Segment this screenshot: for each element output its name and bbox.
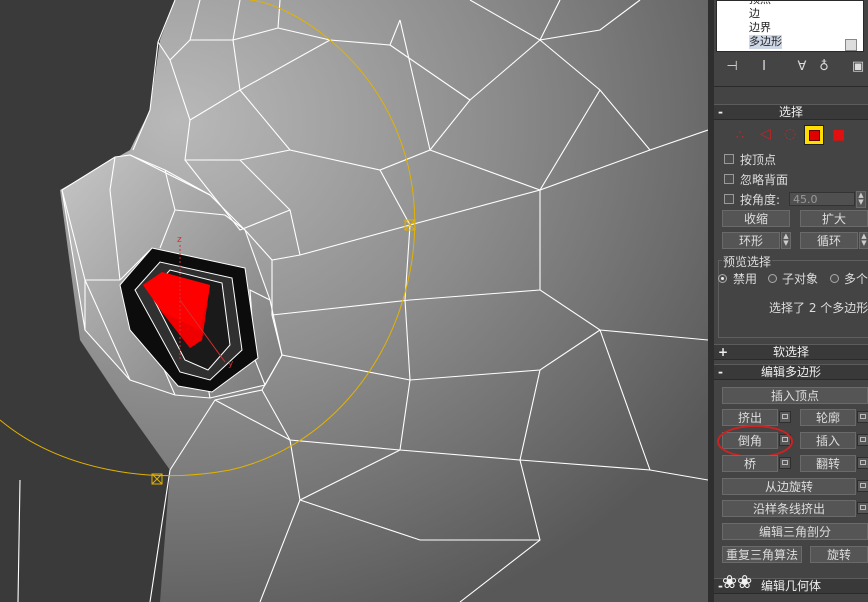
flip-settings-icon[interactable] xyxy=(857,457,868,469)
preview-subobject-label: 子对象 xyxy=(782,272,819,286)
soft-selection-rollout-header[interactable]: + 软选择 xyxy=(714,344,868,360)
loop-spinner[interactable]: ▲ ▼ xyxy=(859,232,868,249)
bridge-settings-icon[interactable] xyxy=(779,457,791,469)
bevel-highlight-ring xyxy=(717,425,793,458)
outline-button[interactable]: 轮廓 xyxy=(800,409,856,426)
ring-button[interactable]: 环形 xyxy=(722,232,780,249)
preview-off-radio[interactable] xyxy=(718,274,727,283)
inset-button[interactable]: 插入 xyxy=(800,432,856,449)
edit-polygons-rollout-header[interactable]: - 编辑多边形 xyxy=(714,364,868,380)
edge-mode-icon[interactable]: ◁ xyxy=(760,126,771,142)
insert-vertex-button[interactable]: 插入顶点 xyxy=(722,387,868,404)
vertex-mode-icon[interactable]: ∴ xyxy=(736,128,744,143)
toolbar-divider xyxy=(714,86,868,87)
ignore-backfacing-label: 忽略背面 xyxy=(740,173,789,187)
hinge-from-edge-button[interactable]: 从边旋转 xyxy=(722,478,856,495)
gizmo-y-label: y xyxy=(228,359,234,369)
viewport[interactable]: z y xyxy=(0,0,708,602)
angle-spinner[interactable]: ▲ ▼ xyxy=(856,191,866,208)
extrude-button[interactable]: 挤出 xyxy=(722,409,778,426)
selection-status: 选择了 2 个多边形 xyxy=(769,301,868,315)
grow-button[interactable]: 扩大 xyxy=(800,210,868,227)
border-mode-icon[interactable]: ◌ xyxy=(784,126,796,142)
tree-item-vertex[interactable]: 顶点 xyxy=(749,0,771,7)
edit-triangulation-button[interactable]: 编辑三角剖分 xyxy=(722,523,868,540)
paw-watermark-icon: ❀❀ xyxy=(722,572,753,593)
ring-spinner[interactable]: ▲ ▼ xyxy=(781,232,791,249)
make-unique-icon[interactable]: ∀ xyxy=(792,58,812,76)
extrude-along-spline-button[interactable]: 沿样条线挤出 xyxy=(722,500,856,517)
extrude-settings-icon[interactable] xyxy=(779,411,791,423)
retriangulate-button[interactable]: 重复三角算法 xyxy=(722,546,802,563)
bridge-button[interactable]: 桥 xyxy=(722,455,778,472)
polygon-mode-icon[interactable] xyxy=(804,125,824,145)
gizmo-z-label: z xyxy=(177,235,182,245)
tree-item-border[interactable]: 边界 xyxy=(749,21,771,35)
pin-stack-icon[interactable]: ⊣ xyxy=(722,58,742,76)
inset-settings-icon[interactable] xyxy=(857,434,868,446)
command-panel: 顶点 边 边界 多边形 ⊣ Ⅰ ∀ ♁ ▣ - 选择 ∴ ◁ ◌ ■ 按顶点 忽… xyxy=(714,0,868,602)
by-angle-label: 按角度: xyxy=(740,193,781,207)
scrollbar-thumb[interactable] xyxy=(845,39,857,51)
preview-multi-radio[interactable] xyxy=(830,274,839,283)
tree-item-polygon[interactable]: 多边形 xyxy=(749,35,782,49)
configure-sets-icon[interactable]: ▣ xyxy=(848,58,868,76)
preview-multi-label: 多个 xyxy=(844,272,868,286)
preview-off-label: 禁用 xyxy=(733,272,758,286)
by-vertex-checkbox[interactable] xyxy=(724,154,734,164)
modifier-stack-tree[interactable]: 顶点 边 边界 多边形 xyxy=(716,0,864,52)
preview-subobject-radio[interactable] xyxy=(768,274,777,283)
angle-input[interactable]: 45.0 xyxy=(789,192,855,206)
rollout-expand-icon: + xyxy=(718,345,729,359)
tree-item-edge[interactable]: 边 xyxy=(749,7,760,21)
flip-button[interactable]: 翻转 xyxy=(800,455,856,472)
preview-selection-title: 预览选择 xyxy=(722,253,773,270)
shrink-button[interactable]: 收缩 xyxy=(722,210,790,227)
selection-rollout-title: 选择 xyxy=(778,105,803,119)
by-vertex-label: 按顶点 xyxy=(740,153,777,167)
loop-button[interactable]: 循环 xyxy=(800,232,858,249)
element-mode-icon[interactable]: ■ xyxy=(832,127,845,143)
edit-polygons-title: 编辑多边形 xyxy=(760,365,821,379)
by-angle-checkbox[interactable] xyxy=(724,194,734,204)
show-end-result-icon[interactable]: Ⅰ xyxy=(754,58,774,76)
outline-settings-icon[interactable] xyxy=(857,411,868,423)
extrude-along-spline-settings-icon[interactable] xyxy=(857,502,868,514)
turn-button[interactable]: 旋转 xyxy=(810,546,868,563)
soft-selection-title: 软选择 xyxy=(772,345,809,359)
ignore-backfacing-checkbox[interactable] xyxy=(724,174,734,184)
rollout-collapse-icon: - xyxy=(718,105,723,119)
selection-rollout-header[interactable]: - 选择 xyxy=(714,104,868,120)
edit-geometry-title: 编辑几何体 xyxy=(760,579,821,593)
remove-modifier-icon[interactable]: ♁ xyxy=(814,58,834,76)
rollout-collapse-icon: - xyxy=(718,365,723,379)
hinge-settings-icon[interactable] xyxy=(857,480,868,492)
viewport-canvas[interactable]: z y xyxy=(0,0,708,602)
